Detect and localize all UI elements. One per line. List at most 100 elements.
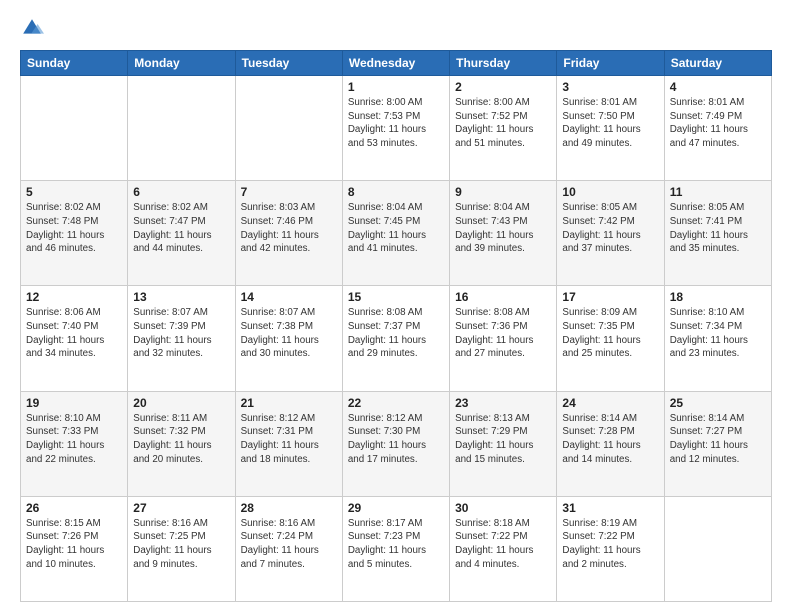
weekday-monday: Monday <box>128 51 235 76</box>
day-info: Sunrise: 8:01 AMSunset: 7:50 PMDaylight:… <box>562 96 658 151</box>
day-info: Sunrise: 8:18 AMSunset: 7:22 PMDaylight:… <box>455 517 551 572</box>
calendar-header: SundayMondayTuesdayWednesdayThursdayFrid… <box>21 51 772 76</box>
calendar-cell: 3 Sunrise: 8:01 AMSunset: 7:50 PMDaylight… <box>557 76 664 181</box>
day-info: Sunrise: 8:12 AMSunset: 7:31 PMDaylight:… <box>241 412 337 467</box>
day-info: Sunrise: 8:05 AMSunset: 7:42 PMDaylight:… <box>562 201 658 256</box>
calendar-cell: 8Sunrise: 8:04 AMSunset: 7:45 PMDaylight… <box>342 181 449 286</box>
day-number: 9 <box>455 185 551 199</box>
day-info: Sunrise: 8:06 AMSunset: 7:40 PMDaylight:… <box>26 306 122 361</box>
day-info: Sunrise: 8:07 AMSunset: 7:39 PMDaylight:… <box>133 306 229 361</box>
calendar-cell: 20 Sunrise: 8:11 AMSunset: 7:32 PMDayligh… <box>128 391 235 496</box>
calendar-cell: 23Sunrise: 8:13 AMSunset: 7:29 PMDayligh… <box>450 391 557 496</box>
day-info: Sunrise: 8:00 AMSunset: 7:53 PMDaylight:… <box>348 96 444 151</box>
calendar-cell: 18 Sunrise: 8:10 AMSunset: 7:34 PMDayligh… <box>664 286 771 391</box>
day-number: 25 <box>670 396 766 410</box>
day-info: Sunrise: 8:15 AMSunset: 7:26 PMDaylight:… <box>26 517 122 572</box>
calendar-cell <box>128 76 235 181</box>
calendar-cell: 14 Sunrise: 8:07 AMSunset: 7:38 PMDayligh… <box>235 286 342 391</box>
calendar-cell <box>21 76 128 181</box>
day-info: Sunrise: 8:13 AMSunset: 7:29 PMDaylight:… <box>455 412 551 467</box>
weekday-header-row: SundayMondayTuesdayWednesdayThursdayFrid… <box>21 51 772 76</box>
calendar-table: SundayMondayTuesdayWednesdayThursdayFrid… <box>20 50 772 602</box>
calendar-cell: 16Sunrise: 8:08 AMSunset: 7:36 PMDayligh… <box>450 286 557 391</box>
calendar-cell: 7Sunrise: 8:03 AMSunset: 7:46 PMDaylight… <box>235 181 342 286</box>
calendar-cell: 29Sunrise: 8:17 AMSunset: 7:23 PMDayligh… <box>342 496 449 601</box>
day-info: Sunrise: 8:19 AMSunset: 7:22 PMDaylight:… <box>562 517 658 572</box>
day-number: 30 <box>455 501 551 515</box>
day-number: 20 <box>133 396 229 410</box>
day-info: Sunrise: 8:14 AMSunset: 7:28 PMDaylight:… <box>562 412 658 467</box>
week-row-1: 1 Sunrise: 8:00 AMSunset: 7:53 PMDaylight… <box>21 76 772 181</box>
calendar-body: 1 Sunrise: 8:00 AMSunset: 7:53 PMDaylight… <box>21 76 772 602</box>
calendar-cell: 25 Sunrise: 8:14 AMSunset: 7:27 PMDayligh… <box>664 391 771 496</box>
day-info: Sunrise: 8:16 AMSunset: 7:25 PMDaylight:… <box>133 517 229 572</box>
day-number: 29 <box>348 501 444 515</box>
day-info: Sunrise: 8:04 AMSunset: 7:45 PMDaylight:… <box>348 201 444 256</box>
calendar-cell: 17Sunrise: 8:09 AMSunset: 7:35 PMDayligh… <box>557 286 664 391</box>
day-number: 3 <box>562 80 658 94</box>
day-info: Sunrise: 8:02 AMSunset: 7:48 PMDaylight:… <box>26 201 122 256</box>
day-number: 27 <box>133 501 229 515</box>
day-info: Sunrise: 8:10 AMSunset: 7:34 PMDaylight:… <box>670 306 766 361</box>
day-number: 1 <box>348 80 444 94</box>
logo <box>20 16 48 40</box>
day-info: Sunrise: 8:02 AMSunset: 7:47 PMDaylight:… <box>133 201 229 256</box>
week-row-3: 12 Sunrise: 8:06 AMSunset: 7:40 PMDayligh… <box>21 286 772 391</box>
day-number: 22 <box>348 396 444 410</box>
day-number: 4 <box>670 80 766 94</box>
day-info: Sunrise: 8:00 AMSunset: 7:52 PMDaylight:… <box>455 96 551 151</box>
weekday-thursday: Thursday <box>450 51 557 76</box>
calendar-cell: 26Sunrise: 8:15 AMSunset: 7:26 PMDayligh… <box>21 496 128 601</box>
calendar-cell: 4Sunrise: 8:01 AMSunset: 7:49 PMDaylight… <box>664 76 771 181</box>
day-number: 5 <box>26 185 122 199</box>
weekday-sunday: Sunday <box>21 51 128 76</box>
calendar-cell: 9Sunrise: 8:04 AMSunset: 7:43 PMDaylight… <box>450 181 557 286</box>
weekday-tuesday: Tuesday <box>235 51 342 76</box>
calendar-cell: 27 Sunrise: 8:16 AMSunset: 7:25 PMDayligh… <box>128 496 235 601</box>
calendar-cell: 19 Sunrise: 8:10 AMSunset: 7:33 PMDayligh… <box>21 391 128 496</box>
week-row-5: 26Sunrise: 8:15 AMSunset: 7:26 PMDayligh… <box>21 496 772 601</box>
day-info: Sunrise: 8:05 AMSunset: 7:41 PMDaylight:… <box>670 201 766 256</box>
day-number: 28 <box>241 501 337 515</box>
calendar-cell: 1 Sunrise: 8:00 AMSunset: 7:53 PMDaylight… <box>342 76 449 181</box>
header <box>20 16 772 40</box>
day-info: Sunrise: 8:14 AMSunset: 7:27 PMDaylight:… <box>670 412 766 467</box>
calendar-cell: 11 Sunrise: 8:05 AMSunset: 7:41 PMDayligh… <box>664 181 771 286</box>
calendar-cell: 15 Sunrise: 8:08 AMSunset: 7:37 PMDayligh… <box>342 286 449 391</box>
logo-icon <box>20 16 44 40</box>
day-info: Sunrise: 8:16 AMSunset: 7:24 PMDaylight:… <box>241 517 337 572</box>
day-info: Sunrise: 8:10 AMSunset: 7:33 PMDaylight:… <box>26 412 122 467</box>
calendar-cell: 5 Sunrise: 8:02 AMSunset: 7:48 PMDaylight… <box>21 181 128 286</box>
day-number: 11 <box>670 185 766 199</box>
day-number: 19 <box>26 396 122 410</box>
calendar-cell: 28 Sunrise: 8:16 AMSunset: 7:24 PMDayligh… <box>235 496 342 601</box>
day-number: 7 <box>241 185 337 199</box>
day-info: Sunrise: 8:11 AMSunset: 7:32 PMDaylight:… <box>133 412 229 467</box>
day-info: Sunrise: 8:08 AMSunset: 7:37 PMDaylight:… <box>348 306 444 361</box>
day-number: 10 <box>562 185 658 199</box>
day-info: Sunrise: 8:07 AMSunset: 7:38 PMDaylight:… <box>241 306 337 361</box>
day-number: 31 <box>562 501 658 515</box>
weekday-saturday: Saturday <box>664 51 771 76</box>
page: SundayMondayTuesdayWednesdayThursdayFrid… <box>0 0 792 612</box>
day-number: 15 <box>348 290 444 304</box>
calendar-cell: 31 Sunrise: 8:19 AMSunset: 7:22 PMDayligh… <box>557 496 664 601</box>
day-number: 12 <box>26 290 122 304</box>
calendar-cell: 12 Sunrise: 8:06 AMSunset: 7:40 PMDayligh… <box>21 286 128 391</box>
calendar-cell: 22 Sunrise: 8:12 AMSunset: 7:30 PMDayligh… <box>342 391 449 496</box>
calendar-cell <box>664 496 771 601</box>
calendar-cell: 6 Sunrise: 8:02 AMSunset: 7:47 PMDaylight… <box>128 181 235 286</box>
weekday-friday: Friday <box>557 51 664 76</box>
day-info: Sunrise: 8:12 AMSunset: 7:30 PMDaylight:… <box>348 412 444 467</box>
day-number: 18 <box>670 290 766 304</box>
day-number: 14 <box>241 290 337 304</box>
calendar-cell: 10 Sunrise: 8:05 AMSunset: 7:42 PMDayligh… <box>557 181 664 286</box>
week-row-4: 19 Sunrise: 8:10 AMSunset: 7:33 PMDayligh… <box>21 391 772 496</box>
day-number: 17 <box>562 290 658 304</box>
day-info: Sunrise: 8:08 AMSunset: 7:36 PMDaylight:… <box>455 306 551 361</box>
calendar-cell <box>235 76 342 181</box>
calendar-cell: 13Sunrise: 8:07 AMSunset: 7:39 PMDayligh… <box>128 286 235 391</box>
day-number: 6 <box>133 185 229 199</box>
day-number: 24 <box>562 396 658 410</box>
calendar-cell: 2Sunrise: 8:00 AMSunset: 7:52 PMDaylight… <box>450 76 557 181</box>
